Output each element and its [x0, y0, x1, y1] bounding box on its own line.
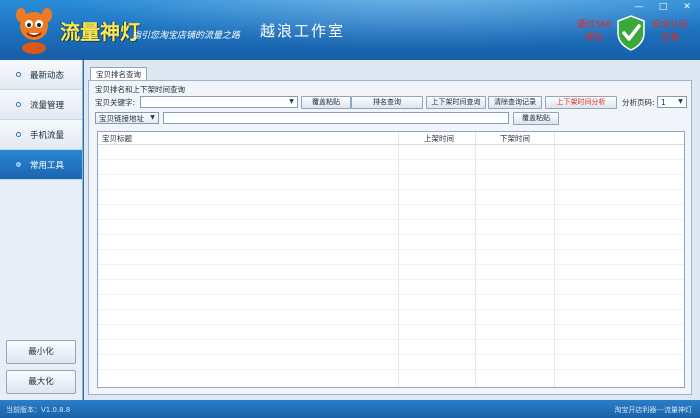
footer-text: 淘宝开店利器---流量神灯 [614, 406, 692, 414]
sidebar-item-news[interactable]: 最新动态 [0, 60, 82, 90]
app-title: 流量神灯 [60, 20, 140, 44]
minimize-button[interactable]: 最小化 [6, 340, 76, 364]
close-window-button[interactable]: ✕ [680, 2, 694, 12]
bullet-icon [16, 162, 21, 167]
row-divider [98, 279, 684, 280]
tab-content: 宝贝排名和上下架时间查询 宝贝关键字: ▼ 覆盖粘贴 排名查询 上下架时间查询 … [88, 80, 692, 395]
tab-rank-query[interactable]: 宝贝排名查询 [90, 67, 147, 81]
security-right-line2: 无毒 [660, 33, 679, 43]
chevron-down-icon[interactable]: ▼ [677, 99, 684, 105]
row-divider [98, 219, 684, 220]
sidebar-item-label: 手机流量 [30, 130, 65, 141]
chevron-down-icon[interactable]: ▼ [288, 99, 295, 105]
row-divider [98, 294, 684, 295]
column-divider [398, 132, 399, 387]
page-value: 1 [661, 98, 666, 107]
sidebar-item-label: 最新动态 [30, 70, 65, 81]
rank-query-button[interactable]: 排名查询 [351, 96, 423, 109]
column-divider [475, 132, 476, 387]
window-controls: — □ ✕ [632, 2, 694, 12]
row-divider [98, 159, 684, 160]
bullet-icon [16, 132, 21, 137]
row-divider [98, 369, 684, 370]
sidebar-item-common-tools[interactable]: 常用工具 [0, 150, 82, 180]
sidebar-item-mobile-traffic[interactable]: 手机流量 [0, 120, 82, 150]
paste-overwrite-button-2[interactable]: 覆盖粘贴 [513, 112, 559, 125]
row-divider [98, 204, 684, 205]
sidebar-item-label: 流量管理 [30, 100, 65, 111]
clear-records-button[interactable]: 清除查询记录 [488, 96, 542, 109]
sidebar-item-traffic-management[interactable]: 流量管理 [0, 90, 82, 120]
page-select[interactable]: 1 ▼ [657, 96, 687, 108]
row-divider [98, 339, 684, 340]
link-url-input[interactable] [163, 112, 509, 124]
keyword-combo[interactable]: ▼ [140, 96, 298, 108]
link-type-value: 宝贝链接地址 [99, 114, 144, 123]
sidebar: 最新动态 流量管理 手机流量 常用工具 最小化 最大化 [0, 60, 83, 400]
row-divider [98, 354, 684, 355]
row-divider [98, 174, 684, 175]
shelf-time-analysis-button[interactable]: 上下架时间分析 [545, 96, 617, 109]
maximize-window-button[interactable]: □ [656, 2, 670, 12]
minimize-window-button[interactable]: — [632, 2, 646, 12]
row-divider [98, 234, 684, 235]
bullet-icon [16, 102, 21, 107]
mascot-logo-icon [16, 8, 52, 54]
security-right-text: 安全认证 无毒 [650, 19, 690, 45]
column-header-title: 宝贝标题 [102, 134, 132, 143]
row-divider [98, 144, 684, 145]
security-left-text: 通过360 保证 [574, 19, 614, 45]
bullet-icon [16, 72, 21, 77]
shelf-time-query-button[interactable]: 上下架时间查询 [426, 96, 486, 109]
header-bar: 流量神灯 指引您淘宝店铺的流量之路 越浪工作室 — □ ✕ 通过360 保证 安… [0, 0, 700, 60]
section-title: 宝贝排名和上下架时间查询 [95, 85, 185, 94]
paste-overwrite-button[interactable]: 覆盖粘贴 [301, 96, 351, 109]
shield-check-icon [617, 15, 645, 51]
security-right-line1: 安全认证 [651, 20, 688, 30]
sidebar-item-label: 常用工具 [30, 160, 65, 171]
security-badge: 通过360 保证 安全认证 无毒 [574, 13, 692, 53]
row-divider [98, 264, 684, 265]
chevron-down-icon[interactable]: ▼ [149, 115, 156, 121]
row-divider [98, 189, 684, 190]
row-divider [98, 309, 684, 310]
link-type-select[interactable]: 宝贝链接地址 ▼ [95, 112, 159, 124]
main-panel: 宝贝排名查询 宝贝排名和上下架时间查询 宝贝关键字: ▼ 覆盖粘贴 排名查询 上… [84, 60, 700, 400]
security-left-line1: 通过360 [576, 20, 612, 30]
row-divider [98, 249, 684, 250]
studio-name: 越浪工作室 [260, 22, 346, 40]
keyword-label: 宝贝关键字: [95, 98, 136, 107]
row-divider [98, 324, 684, 325]
security-left-line2: 保证 [584, 33, 603, 43]
page-label: 分析页码: [622, 98, 655, 107]
column-divider [554, 132, 555, 387]
app-slogan: 指引您淘宝店铺的流量之路 [132, 31, 241, 41]
column-header-delist-time: 下架时间 [500, 134, 530, 143]
status-bar: 当前版本：V1.0.8.8 淘宝开店利器---流量神灯 [0, 400, 700, 418]
table-header: 宝贝标题 上架时间 下架时间 [98, 132, 684, 144]
maximize-button[interactable]: 最大化 [6, 370, 76, 394]
version-text: 当前版本：V1.0.8.8 [6, 406, 71, 414]
results-table: 宝贝标题 上架时间 下架时间 [97, 131, 685, 388]
column-header-list-time: 上架时间 [424, 134, 454, 143]
